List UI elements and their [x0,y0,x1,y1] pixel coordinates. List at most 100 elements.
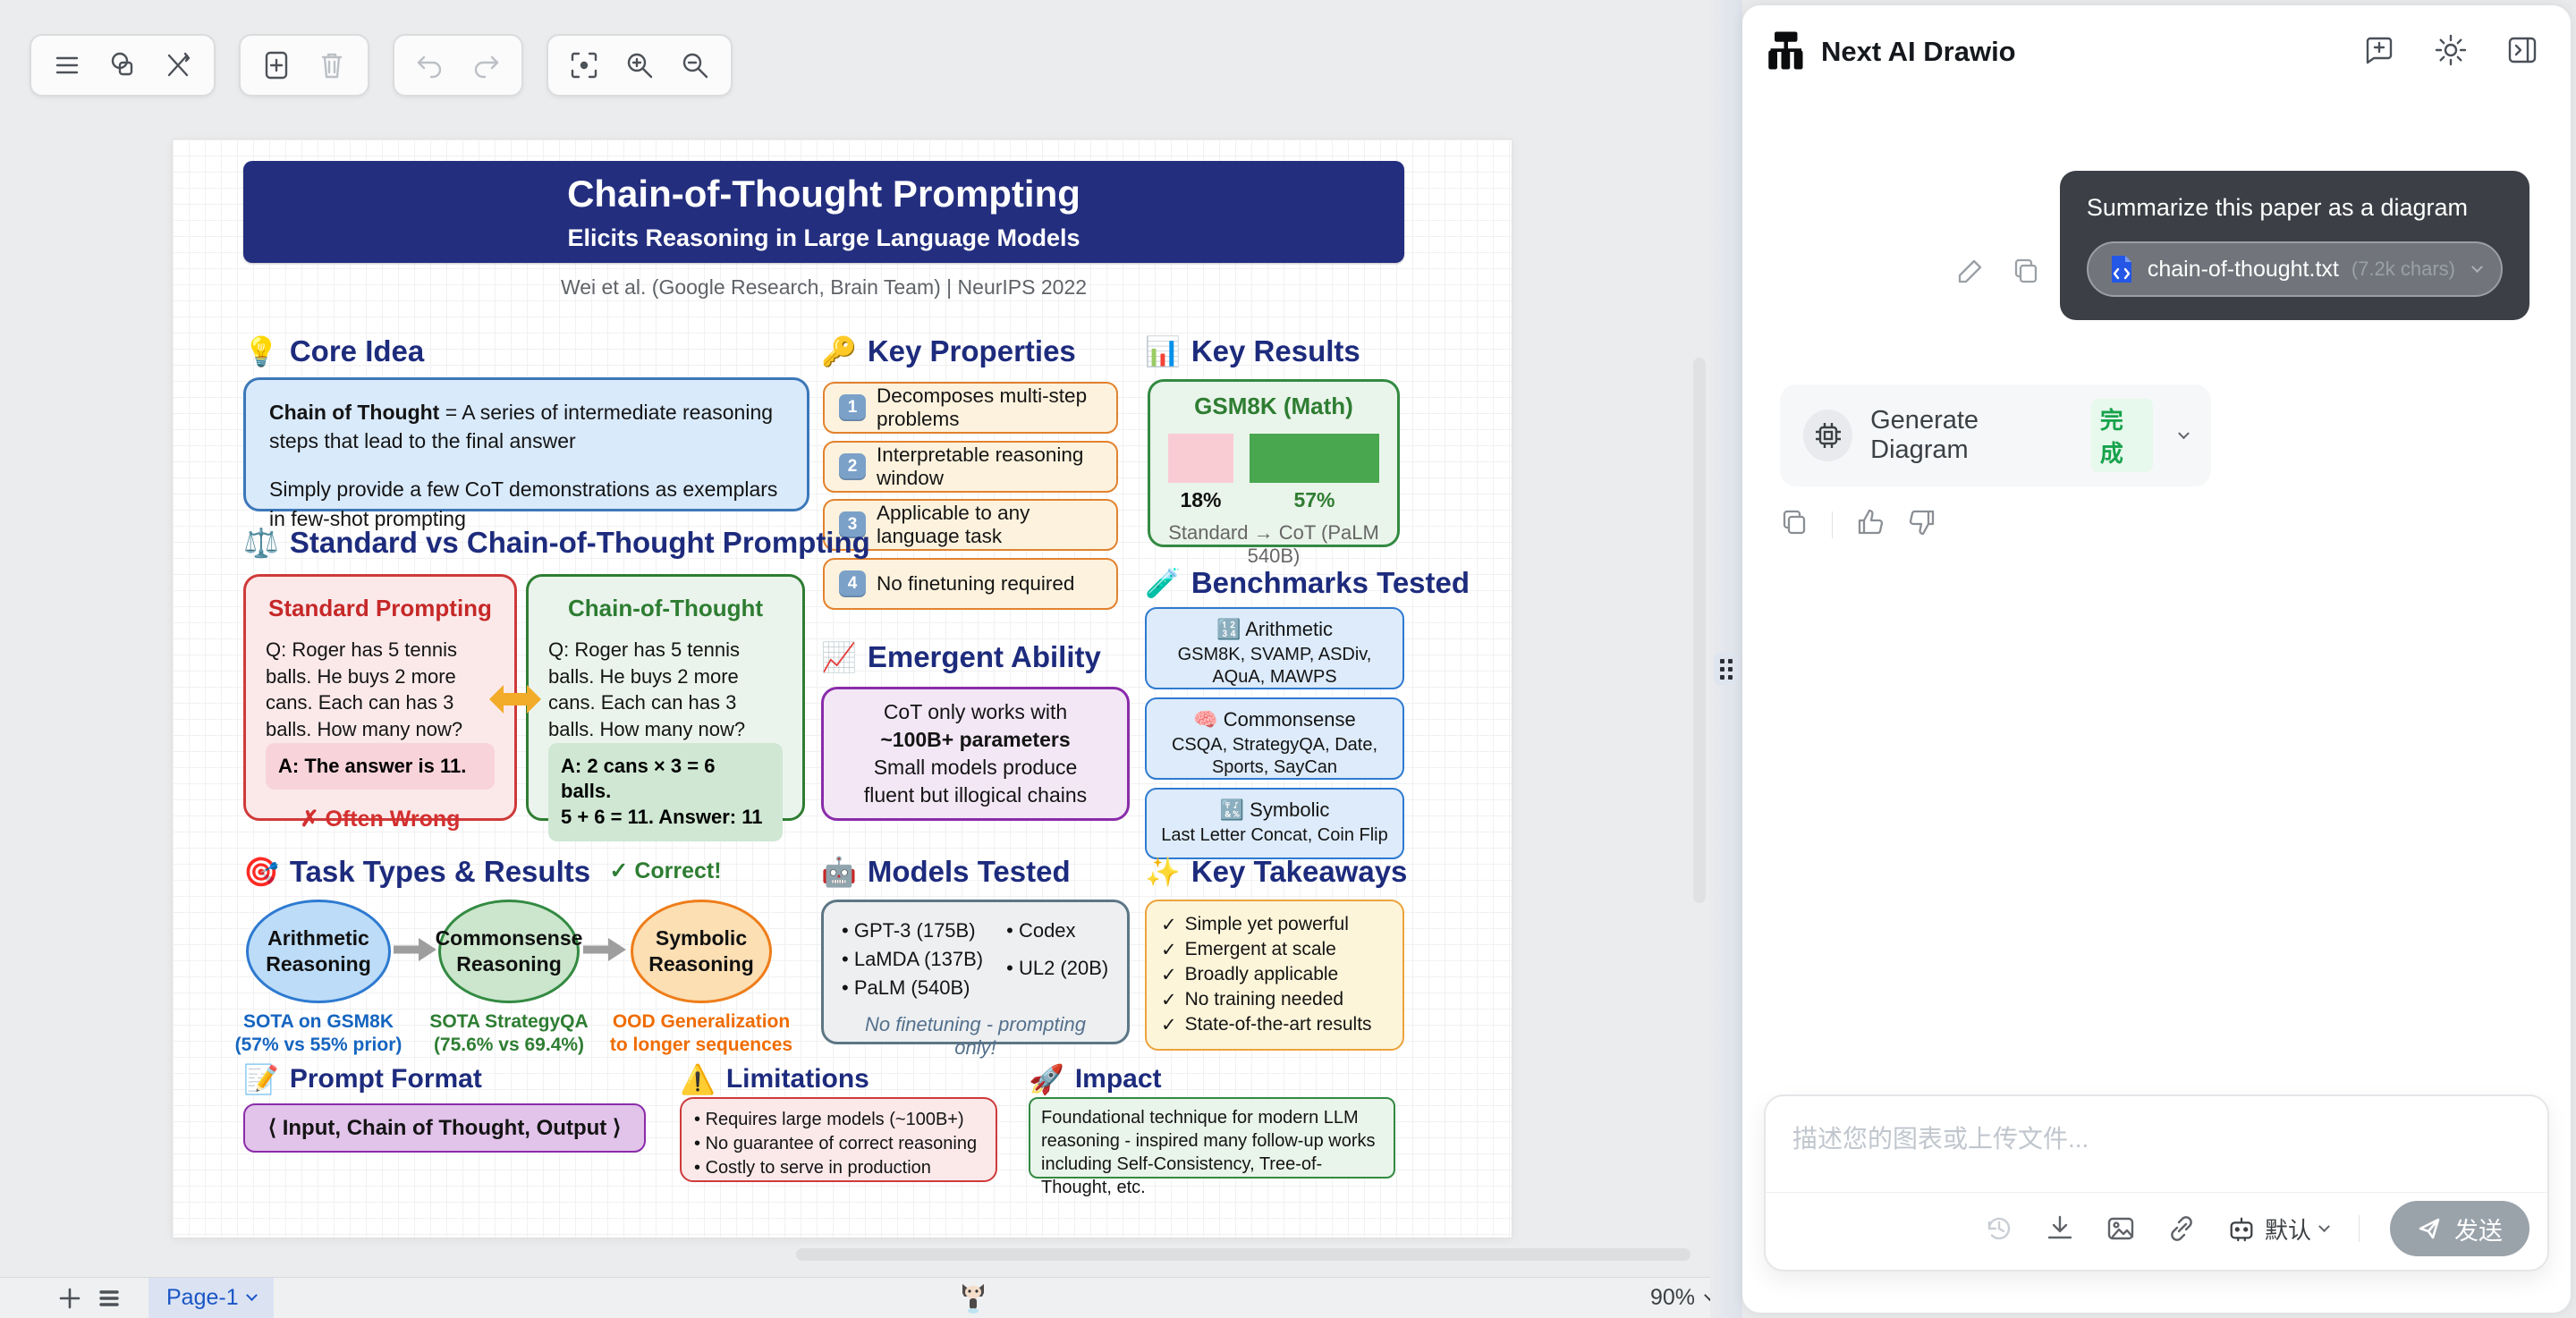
impact-node[interactable]: Foundational technique for modern LLM re… [1029,1097,1395,1179]
benchmark-commonsense-node[interactable]: 🧠 Commonsense CSQA, StrategyQA, Date, Sp… [1145,697,1404,780]
test-tube-icon: 🧪 [1145,566,1181,600]
arithmetic-reasoning-node[interactable]: Arithmetic Reasoning [246,900,391,1003]
prompt-format-node[interactable]: ⟨ Input, Chain of Thought, Output ⟩ [243,1103,646,1153]
section-prompt-format-header: 📝 Prompt Format [243,1062,482,1096]
benchmark-arithmetic-node[interactable]: 🔢 Arithmetic GSM8K, SVAMP, ASDiv, AQuA, … [1145,607,1404,689]
shapes-icon[interactable] [99,42,146,89]
edit-tools-icon[interactable] [155,42,201,89]
diagram-page[interactable]: Chain-of-Thought Prompting Elicits Reaso… [173,139,1512,1238]
symbolic-caption: OOD Generalization to longer sequences [603,1010,800,1058]
symbolic-reasoning-node[interactable]: Symbolic Reasoning [631,900,772,1003]
rocket-icon: 🚀 [1029,1062,1064,1096]
diagram-title-node[interactable]: Chain-of-Thought Prompting Elicits Reaso… [243,161,1404,263]
fit-view-icon[interactable] [561,42,607,89]
response-actions [1780,508,1936,541]
chevron-down-icon [2178,427,2189,438]
section-emergent-header: 📈 Emergent Ability [821,640,1101,674]
warning-icon: ⚠️ [680,1062,716,1096]
section-task-types-header: 🎯 Task Types & Results [243,855,590,889]
section-takeaways-header: ✨ Key Takeaways [1145,855,1407,889]
zoom-out-icon[interactable] [672,42,718,89]
collapse-panel-icon[interactable] [2506,34,2538,71]
panel-resize-handle[interactable] [1714,653,1738,685]
symbols-icon: 🔣 [1220,798,1244,821]
standard-bar-label: 18% [1168,488,1233,512]
menu-icon[interactable] [44,42,90,89]
arrow-right-icon [583,938,626,961]
chat-input-card: 默认 发送 [1764,1094,2549,1272]
keycap-1-icon: 1 [839,394,866,421]
emergent-ability-node[interactable]: CoT only works with ~100B+ parameters Sm… [821,687,1130,821]
history-icon[interactable] [1984,1213,2014,1244]
redo-icon[interactable] [462,42,509,89]
vertical-scrollbar[interactable] [1693,358,1706,903]
new-chat-icon[interactable] [2363,34,2395,71]
property-node[interactable]: 4No finetuning required [823,558,1118,610]
key-takeaways-node[interactable]: ✓Simple yet powerful ✓Emergent at scale … [1145,900,1404,1051]
property-node[interactable]: 2Interpretable reasoning window [823,441,1118,493]
settings-gear-icon[interactable] [2435,34,2467,71]
standard-bar [1168,434,1233,483]
section-key-properties-header: 🔑 Key Properties [821,334,1076,368]
download-icon[interactable] [2045,1213,2075,1244]
zoom-in-icon[interactable] [616,42,663,89]
add-frame-icon[interactable] [253,42,300,89]
cot-prompting-node[interactable]: Chain-of-Thought Q: Roger has 5 tennis b… [526,574,805,821]
standard-prompting-node[interactable]: Standard Prompting Q: Roger has 5 tennis… [243,574,517,821]
github-mascot[interactable] [955,1279,991,1314]
user-message-text: Summarize this paper as a diagram [2087,194,2503,222]
tool-label: Generate Diagram [1870,406,2073,465]
commonsense-reasoning-node[interactable]: Commonsense Reasoning [438,900,580,1003]
copy-response-icon[interactable] [1780,508,1809,541]
section-benchmarks-header: 🧪 Benchmarks Tested [1145,566,1470,600]
tool-avatar [1803,410,1852,461]
delete-icon[interactable] [309,42,355,89]
cot-bar-label: 57% [1250,488,1379,512]
thumbs-up-icon[interactable] [1856,508,1885,541]
text-file-icon [2108,254,2135,284]
check-mark-icon: ✓ [609,858,628,883]
robot-model-icon [2227,1214,2256,1243]
page-tab[interactable]: Page-1 [148,1278,274,1318]
commonsense-caption: SOTA StrategyQA (75.6% vs 69.4%) [411,1010,607,1058]
chevron-down-icon [2318,1221,2330,1232]
add-page-icon[interactable] [50,1282,89,1314]
thumbs-down-icon[interactable] [1908,508,1936,541]
arrow-right-icon [394,938,436,961]
cross-mark-icon: ✗ [301,807,319,832]
section-limitations-header: ⚠️ Limitations [680,1062,869,1096]
copy-message-icon[interactable] [2012,257,2040,290]
chart-increasing-icon: 📈 [821,640,857,674]
toolbar-group-insert [239,34,369,97]
edit-message-icon[interactable] [1956,257,1985,290]
horizontal-scrollbar[interactable] [796,1248,1690,1261]
send-button[interactable]: 发送 [2390,1201,2529,1256]
double-arrow-icon [487,676,543,722]
pages-list-icon[interactable] [89,1282,129,1314]
app-logo-icon [1764,30,1807,73]
core-idea-node[interactable]: Chain of Thought = A series of intermedi… [243,377,809,511]
property-node[interactable]: 1Decomposes multi-step problems [823,382,1118,434]
model-select[interactable]: 默认 [2227,1212,2328,1246]
undo-icon[interactable] [407,42,453,89]
tool-status-badge: 完成 [2091,399,2153,472]
gsm8k-results-node[interactable]: GSM8K (Math) 18% 57% Standard → CoT (PaL… [1148,379,1400,547]
image-icon[interactable] [2106,1213,2136,1244]
benchmark-symbolic-node[interactable]: 🔣 Symbolic Last Letter Concat, Coin Flip [1145,788,1404,859]
generate-diagram-card[interactable]: Generate Diagram 完成 [1780,384,2211,486]
attachment-chip[interactable]: chain-of-thought.txt (7.2k chars) [2087,241,2503,297]
section-key-results-header: 📊 Key Results [1145,334,1360,368]
limitations-node[interactable]: • Requires large models (~100B+) • No gu… [680,1097,997,1182]
link-icon[interactable] [2166,1213,2197,1244]
models-tested-node[interactable]: • GPT-3 (175B) • LaMDA (137B) • PaLM (54… [821,900,1130,1044]
chevron-down-icon [2471,261,2483,273]
toolbar-group-zoom [547,34,733,97]
canvas-area[interactable]: Chain-of-Thought Prompting Elicits Reaso… [0,0,1737,1318]
canvas-bottom-bar: Page-1 90% [0,1277,1737,1318]
keycap-4-icon: 4 [839,570,866,597]
zoom-level-select[interactable]: 90% [1650,1285,1714,1311]
input-toolbar: 默认 发送 [1766,1193,2547,1270]
prompt-input[interactable] [1766,1096,2547,1193]
lightbulb-icon: 💡 [243,334,279,368]
sparkles-icon: ✨ [1145,855,1181,889]
